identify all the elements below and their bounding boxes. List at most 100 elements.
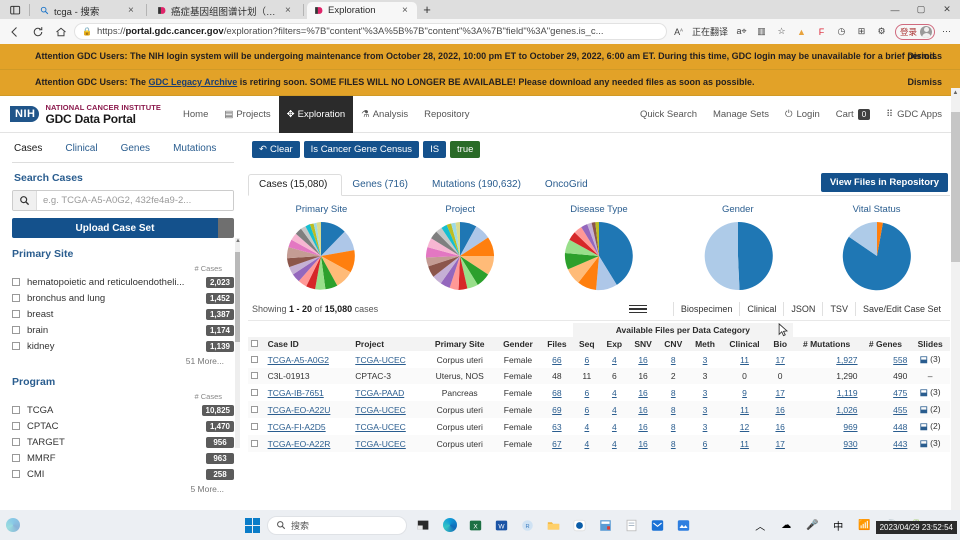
cell-clinical-link[interactable]: 11	[740, 439, 749, 449]
cell-project-link[interactable]: TCGA-PAAD	[355, 388, 404, 398]
cell-files-link[interactable]: 68	[552, 388, 561, 398]
sidebar-scrollbar[interactable]: ▲	[235, 238, 241, 449]
cell-meth-link[interactable]: 3	[703, 355, 708, 365]
cell-clinical-link[interactable]: 11	[740, 405, 749, 415]
th-genes[interactable]: # Genes	[860, 337, 911, 352]
cell-cnv[interactable]: 8	[658, 418, 689, 435]
th-bio[interactable]: Bio	[767, 337, 793, 352]
checkbox[interactable]	[12, 342, 20, 351]
cell-seq[interactable]: 6	[573, 401, 601, 418]
pie-chart[interactable]	[562, 219, 636, 293]
row-checkbox-cell[interactable]	[248, 401, 265, 418]
cell-project[interactable]: TCGA-PAAD	[352, 384, 424, 401]
scrollbar-thumb[interactable]	[951, 112, 960, 262]
nav-repository[interactable]: Repository	[416, 96, 477, 133]
table-row[interactable]: TCGA-EO-A22U TCGA-UCEC Corpus uteri Female 6…	[248, 401, 950, 419]
th-meth[interactable]: Meth	[688, 337, 722, 352]
slide-icon[interactable]: ⬓	[920, 421, 928, 431]
cell-genes[interactable]: 475	[861, 384, 911, 401]
checkbox[interactable]	[12, 310, 20, 319]
cell-case-id-link[interactable]: TCGA-A5-A0G2	[268, 355, 329, 365]
nih-logo[interactable]: NIH NATIONAL CANCER INSTITUTE GDC Data P…	[10, 103, 161, 126]
cell-mutations[interactable]: 1,927	[793, 351, 861, 368]
minimize-button[interactable]: —	[882, 0, 908, 19]
checkbox[interactable]	[12, 326, 20, 335]
cell-project[interactable]: TCGA-UCEC	[352, 401, 424, 418]
maximize-button[interactable]: ▢	[908, 0, 934, 19]
th-primary-site[interactable]: Primary Site	[424, 337, 496, 352]
tab-mutations[interactable]: Mutations	[171, 139, 227, 162]
cell-mutations-link[interactable]: 969	[843, 422, 857, 432]
nav-home[interactable]: Home	[175, 96, 216, 133]
th-mutations[interactable]: # Mutations	[792, 337, 861, 352]
cell-bio-link[interactable]: 17	[775, 355, 784, 365]
cell-case-id-link[interactable]: TCGA-EO-A22R	[268, 439, 331, 449]
checkbox[interactable]	[251, 405, 258, 413]
tab-cases[interactable]: Cases	[12, 139, 54, 163]
checkbox[interactable]	[251, 439, 258, 447]
cell-snv[interactable]: 16	[628, 401, 658, 418]
filter-field-chip[interactable]: Is Cancer Gene Census	[303, 141, 420, 159]
cell-files-link[interactable]: 67	[552, 439, 561, 449]
collections-icon[interactable]: ⊞	[853, 23, 870, 40]
dismiss-button[interactable]: Dismiss	[907, 76, 942, 89]
cell-snv-link[interactable]: 16	[638, 439, 647, 449]
cell-clinical-link[interactable]: 9	[742, 388, 747, 398]
cell-snv[interactable]: 16	[628, 351, 658, 368]
facet-item[interactable]: TARGET 956	[12, 434, 234, 450]
login-button[interactable]: ⏻ Login	[777, 109, 828, 120]
cell-exp[interactable]: 4	[601, 435, 629, 452]
cell-cnv-link[interactable]: 8	[671, 405, 676, 415]
cell-seq-link[interactable]: 6	[584, 388, 589, 398]
cell-clinical[interactable]: 9	[721, 384, 767, 401]
cell-bio-link[interactable]: 16	[775, 422, 784, 432]
tab-mutations[interactable]: Mutations (190,632)	[422, 175, 535, 195]
cell-case-id[interactable]: TCGA-IB-7651	[265, 384, 353, 401]
cell-seq[interactable]: 4	[573, 435, 601, 452]
cell-files-link[interactable]: 66	[552, 355, 561, 365]
column-options-icon[interactable]	[628, 304, 647, 314]
foxmail-icon[interactable]	[648, 516, 667, 535]
row-checkbox-cell[interactable]	[248, 418, 265, 435]
tab-search-icon[interactable]	[4, 2, 26, 19]
checkbox[interactable]	[12, 438, 20, 447]
table-row[interactable]: TCGA-EO-A22R TCGA-UCEC Corpus uteri Female 6…	[248, 435, 950, 453]
cell-genes-link[interactable]: 558	[893, 355, 907, 365]
cell-case-id[interactable]: TCGA-EO-A22R	[265, 435, 353, 452]
cell-exp[interactable]: 4	[601, 351, 629, 368]
close-icon[interactable]: ×	[285, 5, 294, 16]
cell-bio[interactable]: 17	[768, 351, 793, 368]
th-snv[interactable]: SNV	[628, 337, 659, 352]
th-slides[interactable]: Slides	[910, 337, 950, 352]
table-row[interactable]: TCGA-A5-A0G2 TCGA-UCEC Corpus uteri Female 6…	[248, 351, 950, 368]
cell-project-link[interactable]: TCGA-UCEC	[355, 355, 406, 365]
pie-chart[interactable]	[701, 219, 775, 293]
task-view-icon[interactable]	[414, 516, 433, 535]
cell-files[interactable]: 66	[541, 351, 573, 368]
cell-genes-link[interactable]: 443	[893, 439, 907, 449]
cell-meth-link[interactable]: 6	[703, 439, 708, 449]
cell-cnv[interactable]: 8	[658, 401, 689, 418]
filter-operator-chip[interactable]: IS	[423, 141, 447, 159]
cell-meth[interactable]: 3	[689, 351, 722, 368]
cell-mutations[interactable]: 1,119	[793, 384, 861, 401]
cell-files[interactable]: 68	[541, 384, 573, 401]
cell-slides[interactable]: ⬓ (3)	[910, 351, 950, 368]
cell-mutations[interactable]: 1,026	[793, 401, 861, 418]
checkbox[interactable]	[12, 454, 20, 463]
cell-exp[interactable]: 4	[601, 401, 629, 418]
cell-mutations-link[interactable]: 1,026	[836, 405, 857, 415]
cell-clinical[interactable]: 12	[721, 418, 767, 435]
slide-icon[interactable]: ⬓	[920, 387, 928, 397]
cell-clinical[interactable]: 11	[721, 435, 767, 452]
cell-exp[interactable]: 4	[601, 418, 629, 435]
translate-label[interactable]: 正在翻译	[690, 25, 730, 38]
row-checkbox-cell[interactable]	[248, 435, 265, 452]
cell-files[interactable]: 69	[541, 401, 573, 418]
cell-slides[interactable]: ⬓ (2)	[910, 401, 950, 418]
cell-seq[interactable]: 6	[573, 351, 601, 368]
cell-seq-link[interactable]: 4	[584, 422, 589, 432]
cell-mutations-link[interactable]: 1,927	[836, 355, 857, 365]
slide-icon[interactable]: ⬓	[920, 354, 928, 364]
cart-button[interactable]: Cart 0	[828, 108, 878, 120]
